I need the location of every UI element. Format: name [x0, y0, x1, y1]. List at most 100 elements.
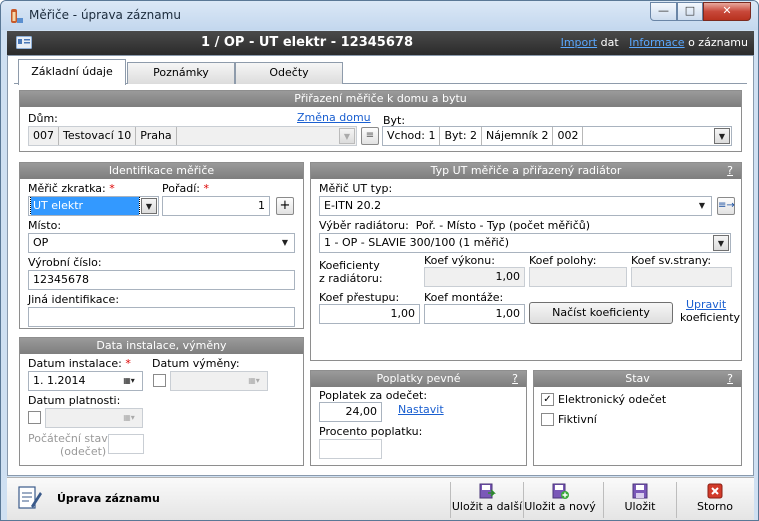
save-icon — [632, 483, 648, 499]
cancel-button[interactable]: Storno — [679, 481, 751, 519]
chevron-down-icon: ▼ — [141, 198, 157, 214]
calendar-icon: ▦▾ — [123, 376, 135, 385]
help-icon[interactable]: ? — [727, 163, 733, 179]
fees-panel: Poplatky pevné? Poplatek za odečet: 24,0… — [310, 370, 527, 466]
meter-type-select[interactable]: E-ITN 20.2 ▼ — [319, 196, 712, 216]
radiator-select[interactable]: 1 - OP - SLAVIE 300/100 (1 měřič) ▼ — [319, 233, 731, 253]
fictive-checkbox[interactable] — [541, 413, 554, 426]
close-button[interactable]: ✕ — [703, 2, 751, 21]
chevron-down-icon: ▼ — [281, 238, 289, 247]
info-link[interactable]: Informace — [629, 36, 684, 49]
chevron-down-icon: ▼ — [339, 128, 355, 144]
order-label: Pořadí: — [162, 182, 200, 195]
save-button[interactable]: Uložit — [604, 481, 676, 519]
help-icon[interactable]: ? — [727, 371, 733, 387]
install-date-picker[interactable]: 1. 1.2014 ▦▾ — [28, 371, 143, 391]
coef-position-field — [529, 267, 627, 287]
set-fee-link[interactable]: Nastavit — [398, 403, 444, 416]
validity-date-picker: ▦▾ — [45, 408, 143, 428]
electronic-reading-checkbox[interactable]: ✓ — [541, 393, 554, 406]
electronic-reading-label: Elektronický odečet — [558, 393, 667, 406]
meter-app-icon — [11, 9, 23, 23]
coef-side-field — [631, 267, 732, 287]
dum-label: Dům: — [28, 112, 58, 125]
order-input[interactable]: 1 — [162, 196, 270, 216]
load-coefficients-button[interactable]: Načíst koeficienty — [529, 302, 673, 324]
radiator-label: Výběr radiátoru: — [319, 219, 409, 232]
save-new-icon — [552, 483, 569, 499]
coef-radiator-label-1: Koeficienty — [319, 259, 380, 272]
coef-output-field: 1,00 — [424, 267, 525, 287]
coef-mount-label: Koef montáže: — [424, 291, 504, 304]
install-date-label: Datum instalace: — [28, 357, 122, 370]
tab-zakladni-udaje[interactable]: Základní údaje — [18, 59, 126, 85]
record-title: 1 / OP - UT elektr - 12345678 — [201, 35, 413, 50]
replace-date-picker: ▦▾ — [170, 371, 268, 391]
fee-input[interactable]: 24,00 — [319, 402, 382, 422]
initial-state-label-1: Počáteční stav: — [28, 432, 111, 445]
identification-panel-title: Identifikace měřiče — [20, 163, 303, 179]
coef-position-label: Koef polohy: — [529, 254, 597, 267]
state-panel: Stav? ✓ Elektronický odečet Fiktivní — [533, 370, 742, 466]
identification-panel: Identifikace měřiče Měřič zkratka: * Poř… — [19, 162, 304, 329]
content-area: Základní údaje Poznámky Odečty Přiřazení… — [7, 55, 754, 476]
coef-radiator-label-2: z radiátoru: — [319, 272, 383, 285]
place-select[interactable]: OP ▼ — [28, 233, 295, 253]
installation-panel-title: Data instalace, výměny — [20, 338, 303, 354]
chevron-down-icon: ▼ — [714, 128, 730, 144]
fee-label: Poplatek za odečet: — [319, 389, 428, 402]
edit-coefficients-link[interactable]: Upravit — [686, 298, 726, 311]
fee-percent-input — [319, 439, 382, 459]
save-and-new-button[interactable]: Uložit a nový — [524, 481, 596, 519]
type-panel-title: Typ UT měřiče a přiřazený radiátor — [430, 164, 622, 177]
tab-poznamky[interactable]: Poznámky — [127, 62, 235, 84]
other-id-label: Jiná identifikace: — [28, 293, 120, 306]
fictive-label: Fiktivní — [558, 413, 597, 426]
assign-panel-title: Přiřazení měřiče k domu a bytu — [20, 91, 741, 107]
radiator-hint: Poř. - Místo - Typ (počet měřičů) — [415, 219, 591, 232]
replace-date-checkbox[interactable] — [153, 374, 166, 387]
initial-state-input — [108, 434, 144, 454]
serial-label: Výrobní číslo: — [28, 256, 102, 269]
coef-mount-input[interactable]: 1,00 — [424, 304, 525, 324]
calendar-icon: ▦▾ — [123, 413, 135, 422]
house-select[interactable]: 007 Testovací 10 Praha ▼ — [28, 126, 357, 146]
footer-bar: Úprava záznamu Uložit a další Uložit a n… — [7, 477, 754, 520]
coef-transfer-input[interactable]: 1,00 — [319, 304, 420, 324]
meter-short-select[interactable]: UT elektr ▼ — [28, 196, 159, 216]
edit-coefficients-suffix: koeficienty — [680, 311, 741, 324]
calendar-icon: ▦▾ — [248, 376, 260, 385]
list-icon[interactable]: ≡ — [361, 127, 379, 145]
chevron-down-icon: ▼ — [698, 201, 706, 210]
save-next-icon — [479, 483, 496, 499]
serial-input[interactable]: 12345678 — [28, 270, 295, 290]
fee-percent-label: Procento poplatku: — [319, 425, 423, 438]
coef-transfer-label: Koef přestupu: — [319, 291, 400, 304]
tab-odecty[interactable]: Odečty — [235, 62, 343, 84]
validity-date-label: Datum platnosti: — [28, 394, 121, 407]
installation-panel: Data instalace, výměny Datum instalace: … — [19, 337, 304, 466]
meter-type-label: Měřič UT typ: — [319, 182, 393, 195]
help-icon[interactable]: ? — [512, 371, 518, 387]
flat-select[interactable]: Vchod: 1 Byt: 2 Nájemník 2 002 ▼ — [382, 126, 732, 146]
state-panel-title: Stav — [625, 372, 650, 385]
validity-date-checkbox[interactable] — [28, 411, 41, 424]
fees-panel-title: Poplatky pevné — [376, 372, 461, 385]
import-link[interactable]: Import — [561, 36, 598, 49]
list-arrow-icon[interactable]: ≡→ — [717, 197, 735, 215]
initial-state-label-2: (odečet) — [60, 445, 107, 458]
title-bar: Měřiče - úprava záznamu — □ ✕ — [1, 1, 758, 30]
minimize-button[interactable]: — — [650, 2, 677, 21]
close-icon — [707, 483, 723, 499]
place-label: Místo: — [28, 219, 62, 232]
mode-label: Úprava záznamu — [57, 492, 160, 505]
maximize-button[interactable]: □ — [677, 2, 703, 21]
change-house-link[interactable]: Změna domu — [297, 111, 371, 124]
window-title: Měřiče - úprava záznamu — [29, 8, 181, 22]
add-icon[interactable]: + — [276, 197, 294, 215]
coef-side-label: Koef sv.strany: — [631, 254, 712, 267]
type-panel: Typ UT měřiče a přiřazený radiátor? Měři… — [310, 162, 742, 361]
save-and-next-button[interactable]: Uložit a další — [451, 481, 523, 519]
edit-document-icon — [18, 486, 42, 509]
other-id-input[interactable] — [28, 307, 295, 327]
